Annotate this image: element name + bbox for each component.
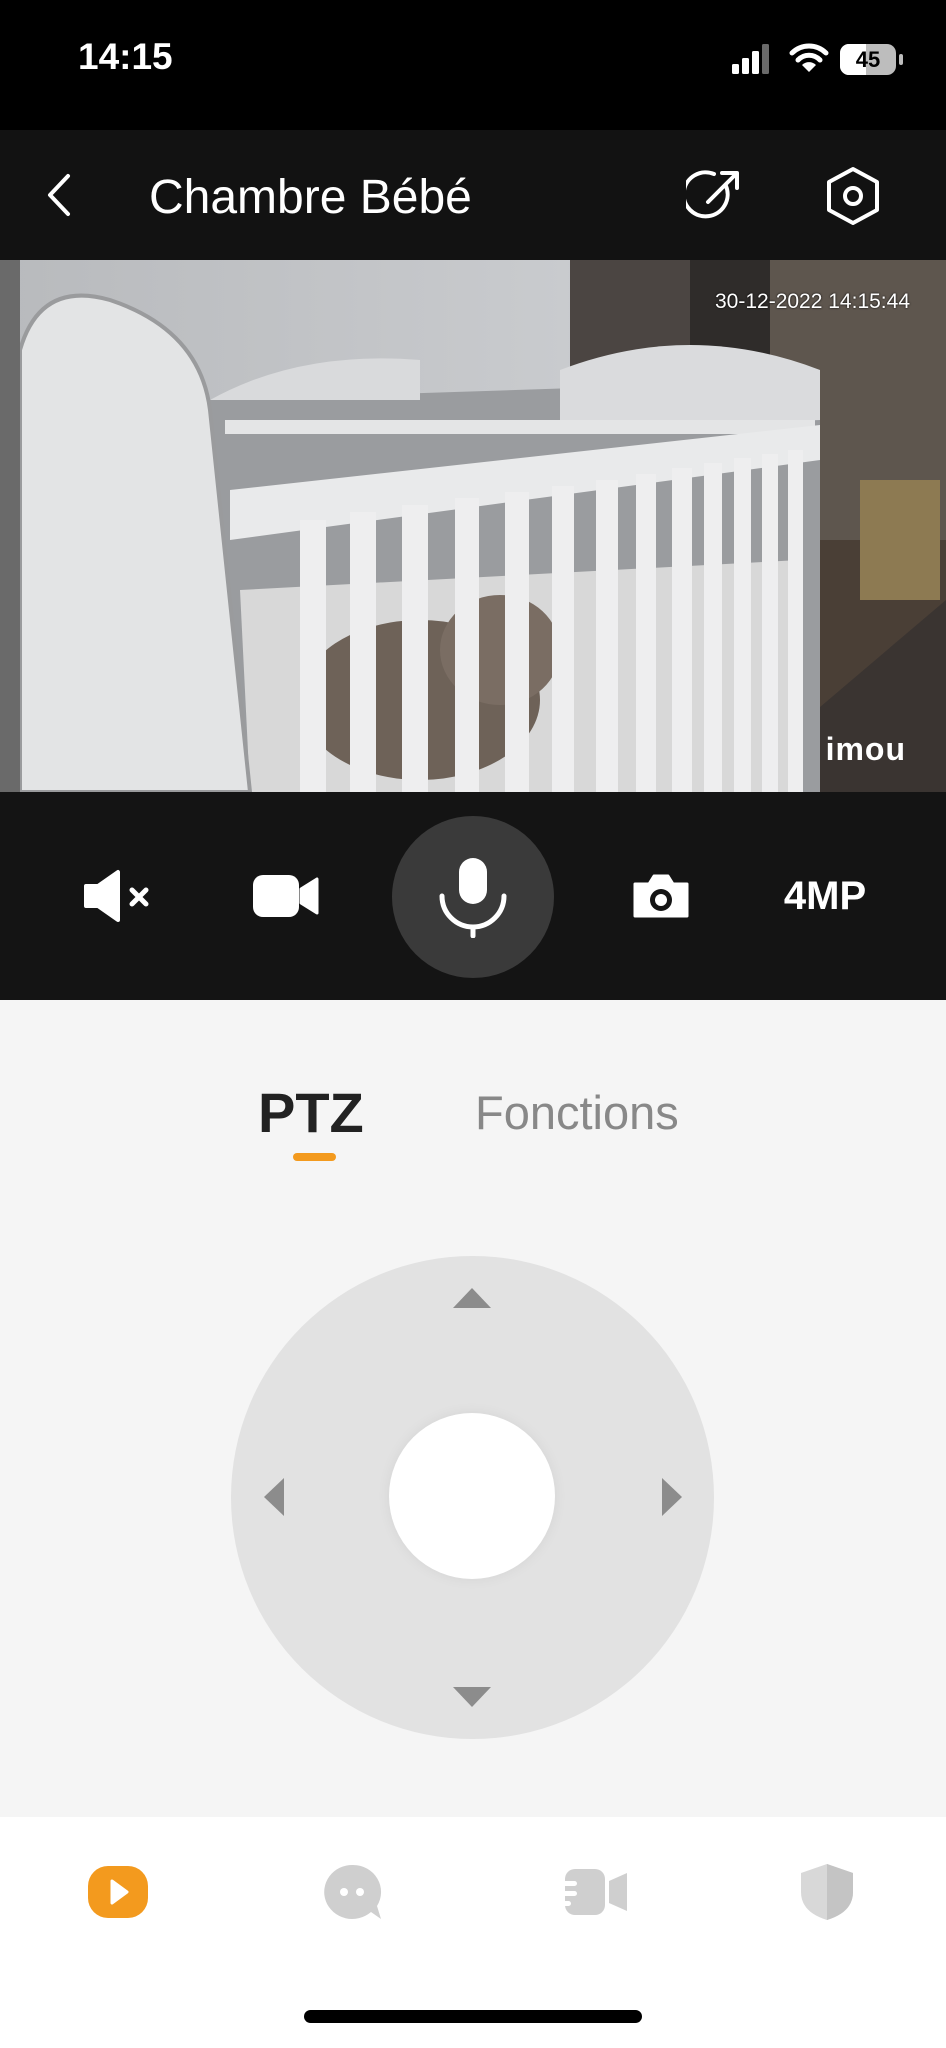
imou-logo: imou [825,731,906,767]
bottom-nav [0,1817,946,2048]
battery-icon: 45 [840,44,896,75]
share-icon[interactable] [686,168,742,224]
page-title: Chambre Bébé [149,171,472,224]
ptz-up-arrow-icon[interactable] [453,1288,491,1308]
status-bar: 14:15 45 [0,0,946,130]
nav-live[interactable] [73,1847,163,1937]
back-icon[interactable] [40,172,80,218]
header: Chambre Bébé [0,130,946,260]
battery-cap [899,54,903,65]
home-indicator [304,2010,642,2023]
controls-bar: 4MP [0,792,946,1000]
live-play-icon [88,1866,148,1918]
tab-fonctions[interactable]: Fonctions [475,1085,679,1140]
nav-security[interactable] [782,1847,872,1937]
tab-ptz[interactable]: PTZ [258,1080,364,1145]
shield-icon [801,1864,853,1920]
nav-messages[interactable] [308,1847,398,1937]
settings-icon[interactable] [824,166,882,226]
cellular-signal-icon [732,44,769,74]
talk-button[interactable] [392,816,554,978]
snapshot-button[interactable] [611,792,711,1000]
ptz-down-arrow-icon[interactable] [453,1687,491,1707]
record-video-button[interactable] [236,792,336,1000]
speaker-muted-icon [84,870,149,922]
active-tab-indicator [293,1153,336,1161]
mute-button[interactable] [70,792,170,1000]
video-record-icon [253,875,319,917]
resolution-label: 4MP [783,873,867,918]
microphone-icon [439,858,507,938]
camera-image [0,260,946,792]
video-timestamp: 30-12-2022 14:15:44 [715,290,910,313]
battery-level: 45 [855,47,881,72]
ptz-left-arrow-icon[interactable] [264,1478,284,1516]
recordings-icon [553,1869,627,1915]
live-video-feed[interactable]: 30-12-2022 14:15:44 imou [0,260,946,792]
camera-snapshot-icon [633,874,689,918]
nav-recordings[interactable] [546,1847,636,1937]
resolution-button[interactable]: 4MP [770,792,880,1000]
chat-bubble-icon [324,1864,382,1919]
status-time: 14:15 [78,36,173,77]
wifi-icon [789,43,829,72]
ptz-center-knob[interactable] [389,1413,555,1579]
ptz-right-arrow-icon[interactable] [662,1478,682,1516]
